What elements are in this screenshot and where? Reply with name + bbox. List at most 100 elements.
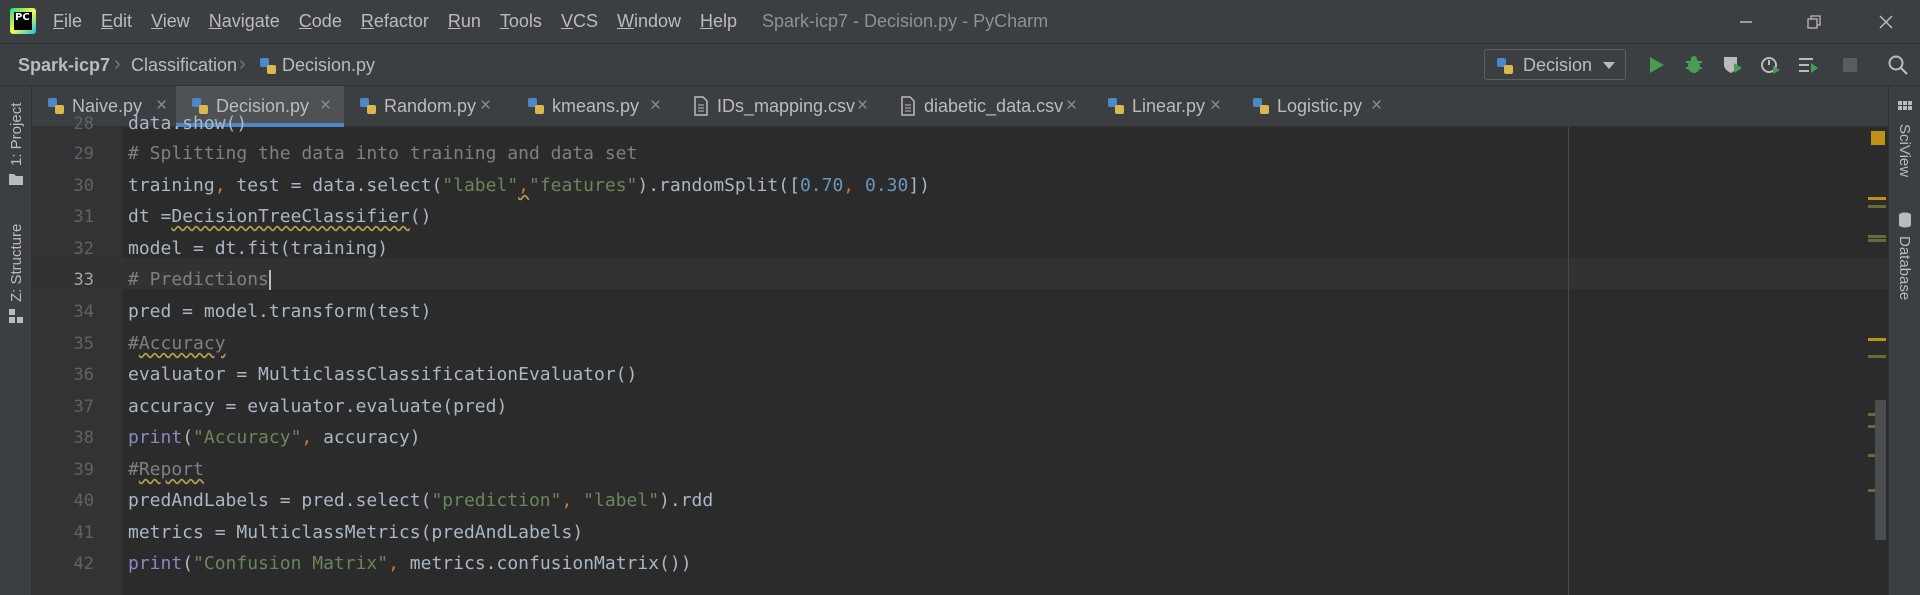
breadcrumb-file[interactable]: Decision.py xyxy=(282,55,375,76)
tab-label: IDs_mapping.csv xyxy=(717,96,856,116)
code-line: metrics = MulticlassMetrics(predAndLabel… xyxy=(128,522,584,543)
warning-status-icon[interactable] xyxy=(1871,131,1885,145)
code-token: training xyxy=(128,175,215,196)
code-builtin: print xyxy=(128,553,183,574)
stop-icon xyxy=(1843,58,1857,72)
run-button[interactable] xyxy=(1644,53,1668,77)
python-file-icon xyxy=(360,98,376,114)
close-tab-icon[interactable]: × xyxy=(320,95,331,117)
weak-warning-marker[interactable] xyxy=(1868,205,1886,208)
restore-button[interactable] xyxy=(1784,0,1844,43)
line-number: 36 xyxy=(73,365,94,385)
sciview-tool-window-button[interactable]: SciView xyxy=(1896,124,1913,177)
menu-help[interactable]: Help xyxy=(700,11,737,32)
structure-tool-window-button[interactable]: Z: Structure xyxy=(8,224,25,302)
line-number: 41 xyxy=(73,523,94,543)
menu-window[interactable]: Window xyxy=(617,11,681,32)
code-line: print("Confusion Matrix", metrics.confus… xyxy=(128,553,692,574)
vertical-scrollbar-thumb[interactable] xyxy=(1875,400,1886,540)
tab-random-py[interactable]: Random.py × xyxy=(344,86,512,127)
navigation-bar: Spark-icp7 › Classification › Decision.p… xyxy=(0,43,1920,86)
menu-view[interactable]: View xyxy=(151,11,190,32)
code-line: model = dt.fit(training) xyxy=(128,238,389,259)
code-string: "prediction" xyxy=(431,490,562,511)
close-tab-icon[interactable]: × xyxy=(1210,95,1221,117)
python-file-icon xyxy=(1108,98,1124,114)
code-line: dt =DecisionTreeClassifier() xyxy=(128,206,431,227)
code-string: "features" xyxy=(529,175,638,196)
tab-linear-py[interactable]: Linear.py × xyxy=(1092,86,1237,127)
menu-code[interactable]: Code xyxy=(299,11,342,32)
sciview-icon xyxy=(1898,101,1912,110)
run-configuration-label: Decision xyxy=(1523,55,1593,75)
code-line: # Splitting the data into training and d… xyxy=(128,143,638,164)
breadcrumb-separator: › xyxy=(239,53,246,75)
tab-logistic-py[interactable]: Logistic.py × xyxy=(1237,86,1397,127)
tab-label: kmeans.py xyxy=(552,96,640,116)
project-tool-window-button[interactable]: 1: Project xyxy=(8,103,25,166)
menu-tools[interactable]: Tools xyxy=(500,11,542,32)
run-with-coverage-button[interactable] xyxy=(1720,53,1744,77)
code-comment-typo: Accuracy xyxy=(138,333,226,354)
code-token: , xyxy=(561,490,584,511)
code-token: , xyxy=(214,175,237,196)
close-window-button[interactable] xyxy=(1856,0,1916,43)
warning-marker[interactable] xyxy=(1868,197,1886,200)
line-number: 31 xyxy=(73,207,94,227)
code-string: "label" xyxy=(583,490,660,511)
minimize-icon xyxy=(1740,20,1752,23)
close-tab-icon[interactable]: × xyxy=(1371,95,1382,117)
profile-icon xyxy=(1761,57,1780,74)
tab-label: Random.py xyxy=(384,96,477,116)
close-tab-icon[interactable]: × xyxy=(1066,95,1077,117)
tab-label: diabetic_data.csv xyxy=(924,96,1064,116)
search-everywhere-button[interactable] xyxy=(1886,53,1910,77)
code-line: #Accuracy xyxy=(128,333,226,354)
close-tab-icon[interactable]: × xyxy=(857,95,868,117)
window-title: Spark-icp7 - Decision.py - PyCharm xyxy=(762,11,1049,31)
code-token: ).randomSplit([ xyxy=(637,175,800,196)
close-tab-icon[interactable]: × xyxy=(650,95,661,117)
current-line-highlight xyxy=(32,258,1888,289)
editor-tab-bar: Naive.py × Decision.py × Random.py × kme… xyxy=(32,86,1888,127)
menu-refactor[interactable]: Refactor xyxy=(361,11,429,32)
debug-button[interactable] xyxy=(1682,53,1706,77)
python-file-icon xyxy=(48,98,64,114)
menu-edit[interactable]: Edit xyxy=(101,11,132,32)
breadcrumb-project[interactable]: Spark-icp7 xyxy=(18,55,110,76)
database-tool-window-button[interactable]: Database xyxy=(1896,236,1913,300)
code-line: accuracy = evaluator.evaluate(pred) xyxy=(128,396,508,417)
tab-label: Linear.py xyxy=(1132,96,1206,116)
minimize-button[interactable] xyxy=(1716,0,1776,43)
line-number: 37 xyxy=(73,397,94,417)
menu-vcs[interactable]: VCS xyxy=(561,11,598,32)
tab-diabetic-data-csv[interactable]: diabetic_data.csv × xyxy=(884,86,1092,127)
weak-warning-marker[interactable] xyxy=(1868,355,1886,358)
weak-warning-marker[interactable] xyxy=(1868,239,1886,242)
tab-kmeans-py[interactable]: kmeans.py × xyxy=(512,86,677,127)
left-tool-window-strip: 1: Project Z: Structure xyxy=(0,86,32,595)
menu-navigate[interactable]: Navigate xyxy=(209,11,280,32)
menu-run[interactable]: Run xyxy=(448,11,481,32)
database-icon xyxy=(1899,212,1911,228)
code-token: test = data.select( xyxy=(236,175,443,196)
code-editor[interactable]: 28 29 30 31 32 33 34 35 36 37 38 39 40 4… xyxy=(32,113,1888,595)
line-number: 34 xyxy=(73,302,94,322)
tab-ids-mapping-csv[interactable]: IDs_mapping.csv × xyxy=(677,86,884,127)
run-configuration-selector[interactable]: Decision xyxy=(1484,49,1626,80)
line-number: 35 xyxy=(73,334,94,354)
code-token: , xyxy=(518,175,529,196)
chevron-down-icon xyxy=(1603,62,1615,69)
concurrency-button[interactable] xyxy=(1796,53,1820,77)
stop-button[interactable] xyxy=(1838,53,1862,77)
weak-warning-marker[interactable] xyxy=(1868,235,1886,238)
profile-button[interactable] xyxy=(1758,53,1782,77)
menu-file[interactable]: File xyxy=(53,11,82,32)
breadcrumb-folder[interactable]: Classification xyxy=(131,55,237,76)
line-number: 42 xyxy=(73,554,94,574)
code-comment: # xyxy=(128,459,139,480)
code-line: pred = model.transform(test) xyxy=(128,301,432,322)
line-number: 30 xyxy=(73,176,94,196)
close-tab-icon[interactable]: × xyxy=(480,95,491,117)
warning-marker[interactable] xyxy=(1868,338,1886,341)
